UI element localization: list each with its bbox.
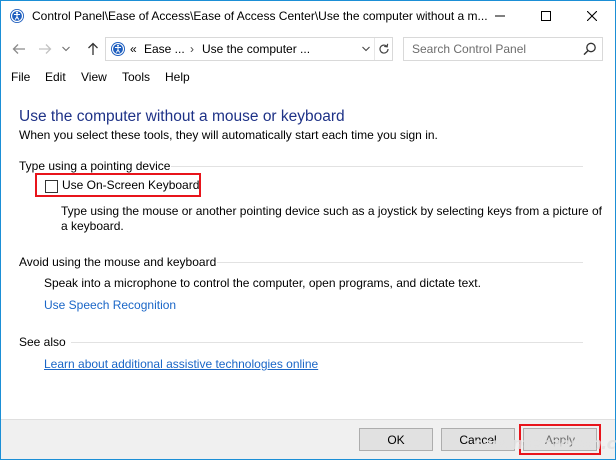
- page-subtitle: When you select these tools, they will a…: [19, 128, 438, 142]
- address-bar[interactable]: « Ease ... › Use the computer ...: [105, 37, 393, 61]
- refresh-button[interactable]: [374, 38, 392, 60]
- up-button[interactable]: [83, 39, 103, 59]
- search-input[interactable]: [404, 38, 578, 60]
- forward-button[interactable]: [35, 39, 55, 59]
- navigation-bar: « Ease ... › Use the computer ...: [1, 31, 615, 67]
- control-panel-window: Control Panel\Ease of Access\Ease of Acc…: [0, 0, 616, 460]
- section-divider: [71, 342, 583, 343]
- speech-recognition-description: Speak into a microphone to control the c…: [44, 276, 481, 290]
- back-button[interactable]: [9, 39, 29, 59]
- on-screen-keyboard-checkbox-row[interactable]: Use On-Screen Keyboard: [35, 173, 201, 197]
- section-heading-pointing-device: Type using a pointing device: [19, 159, 171, 173]
- chevron-down-icon: [62, 46, 70, 52]
- page-title: Use the computer without a mouse or keyb…: [19, 108, 345, 125]
- ease-of-access-icon: [9, 8, 25, 24]
- control-panel-icon: [110, 41, 126, 57]
- arrow-left-icon: [12, 44, 25, 54]
- menu-edit[interactable]: Edit: [45, 70, 66, 84]
- section-divider: [217, 262, 583, 263]
- section-heading-see-also: See also: [19, 335, 66, 349]
- menu-help[interactable]: Help: [165, 70, 190, 84]
- speech-recognition-link[interactable]: Use Speech Recognition: [44, 298, 176, 312]
- breadcrumb-separator[interactable]: ›: [190, 42, 194, 56]
- minimize-icon: [495, 15, 505, 17]
- main-content: Use the computer without a mouse or keyb…: [1, 89, 615, 419]
- ok-button[interactable]: OK: [359, 428, 433, 451]
- breadcrumb-current-page[interactable]: Use the computer ...: [202, 42, 310, 56]
- on-screen-keyboard-description: Type using the mouse or another pointing…: [61, 204, 602, 233]
- maximize-button[interactable]: [523, 1, 569, 31]
- dialog-footer: OK Cancel Apply sasantehzosbn.com: [1, 419, 616, 459]
- on-screen-keyboard-label[interactable]: Use On-Screen Keyboard: [62, 178, 199, 192]
- breadcrumb-ease-of-access[interactable]: Ease ...: [144, 42, 185, 56]
- menu-file[interactable]: File: [11, 70, 30, 84]
- refresh-icon: [378, 43, 389, 54]
- arrow-right-icon: [39, 44, 52, 54]
- chevron-down-icon: [362, 46, 370, 52]
- title-bar[interactable]: Control Panel\Ease of Access\Ease of Acc…: [1, 1, 615, 31]
- section-divider: [171, 166, 583, 167]
- menu-bar: File Edit View Tools Help: [1, 67, 615, 89]
- watermark-text: sasantehzosbn.com: [473, 434, 616, 453]
- search-box[interactable]: [403, 37, 603, 61]
- address-dropdown-button[interactable]: [360, 38, 372, 60]
- maximize-icon: [541, 11, 551, 21]
- minimize-button[interactable]: [477, 1, 523, 31]
- menu-tools[interactable]: Tools: [122, 70, 150, 84]
- assistive-technologies-link[interactable]: Learn about additional assistive technol…: [44, 357, 318, 371]
- close-button[interactable]: [569, 1, 615, 31]
- search-icon[interactable]: [582, 41, 598, 57]
- section-heading-avoid-mouse-keyboard: Avoid using the mouse and keyboard: [19, 255, 217, 269]
- arrow-up-icon: [88, 42, 98, 55]
- close-icon: [587, 11, 597, 21]
- address-overflow-chevron[interactable]: «: [130, 42, 137, 56]
- recent-locations-button[interactable]: [59, 39, 73, 59]
- menu-view[interactable]: View: [81, 70, 107, 84]
- on-screen-keyboard-checkbox[interactable]: [45, 180, 58, 193]
- window-title: Control Panel\Ease of Access\Ease of Acc…: [32, 9, 488, 23]
